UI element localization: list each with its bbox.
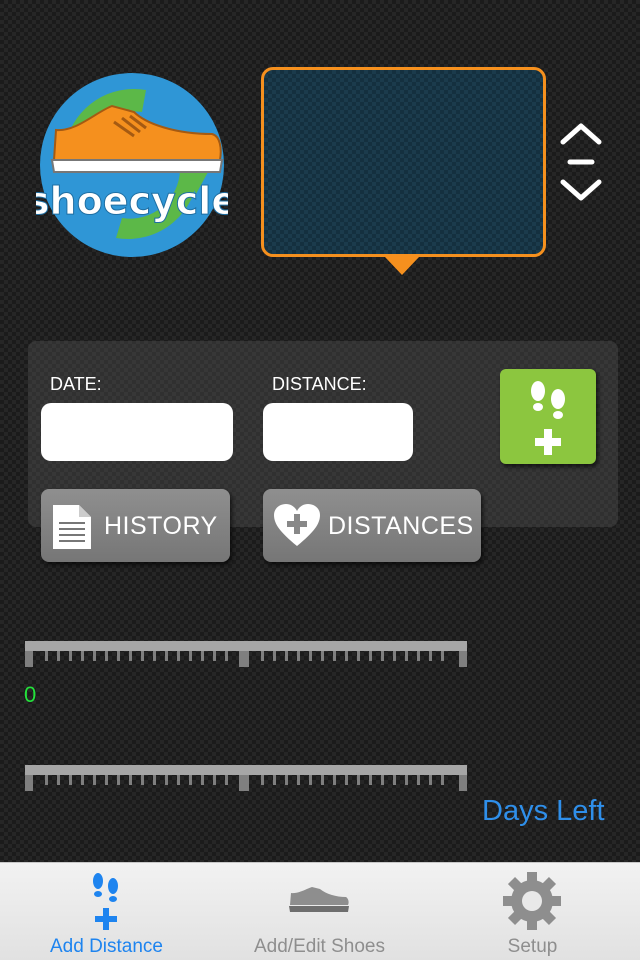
tab-add-edit-shoes-label: Add/Edit Shoes bbox=[254, 936, 385, 957]
tab-bar: Add Distance Add/Edit Shoes Setup bbox=[0, 862, 640, 960]
add-run-button[interactable] bbox=[500, 369, 596, 464]
tab-add-distance-label: Add Distance bbox=[49, 936, 163, 957]
tab-setup[interactable]: Setup bbox=[426, 863, 639, 960]
history-button-label: HISTORY bbox=[104, 512, 218, 540]
days-left-label: Days Left bbox=[482, 795, 605, 827]
switch-shoe-arrows-icon[interactable] bbox=[558, 120, 604, 206]
gear-icon bbox=[503, 872, 561, 930]
distance-field[interactable] bbox=[263, 403, 413, 461]
distance-label: DISTANCE: bbox=[272, 374, 367, 394]
logo-text: shoecycle bbox=[36, 179, 228, 223]
document-icon bbox=[53, 505, 91, 549]
footsteps-plus-icon bbox=[93, 873, 118, 930]
days-progress-ruler bbox=[25, 765, 467, 791]
shoe-info-bubble bbox=[261, 67, 546, 257]
shoe-icon bbox=[289, 887, 349, 912]
distance-total-value: 0 bbox=[24, 682, 37, 707]
date-field[interactable] bbox=[41, 403, 233, 461]
bubble-pointer bbox=[385, 257, 419, 275]
heart-plus-icon bbox=[274, 504, 320, 546]
distance-progress-ruler bbox=[25, 641, 467, 667]
tab-setup-label: Setup bbox=[507, 936, 558, 957]
history-button[interactable]: HISTORY bbox=[41, 489, 230, 562]
distances-button-label: DISTANCES bbox=[328, 512, 474, 540]
shoecycle-logo: shoecycle bbox=[36, 73, 228, 257]
tab-add-distance[interactable]: Add Distance bbox=[0, 863, 213, 960]
date-label: DATE: bbox=[50, 374, 102, 394]
tab-add-edit-shoes[interactable]: Add/Edit Shoes bbox=[213, 863, 426, 960]
footsteps-plus-icon bbox=[531, 381, 565, 455]
favorite-distances-button[interactable]: DISTANCES bbox=[263, 489, 481, 562]
